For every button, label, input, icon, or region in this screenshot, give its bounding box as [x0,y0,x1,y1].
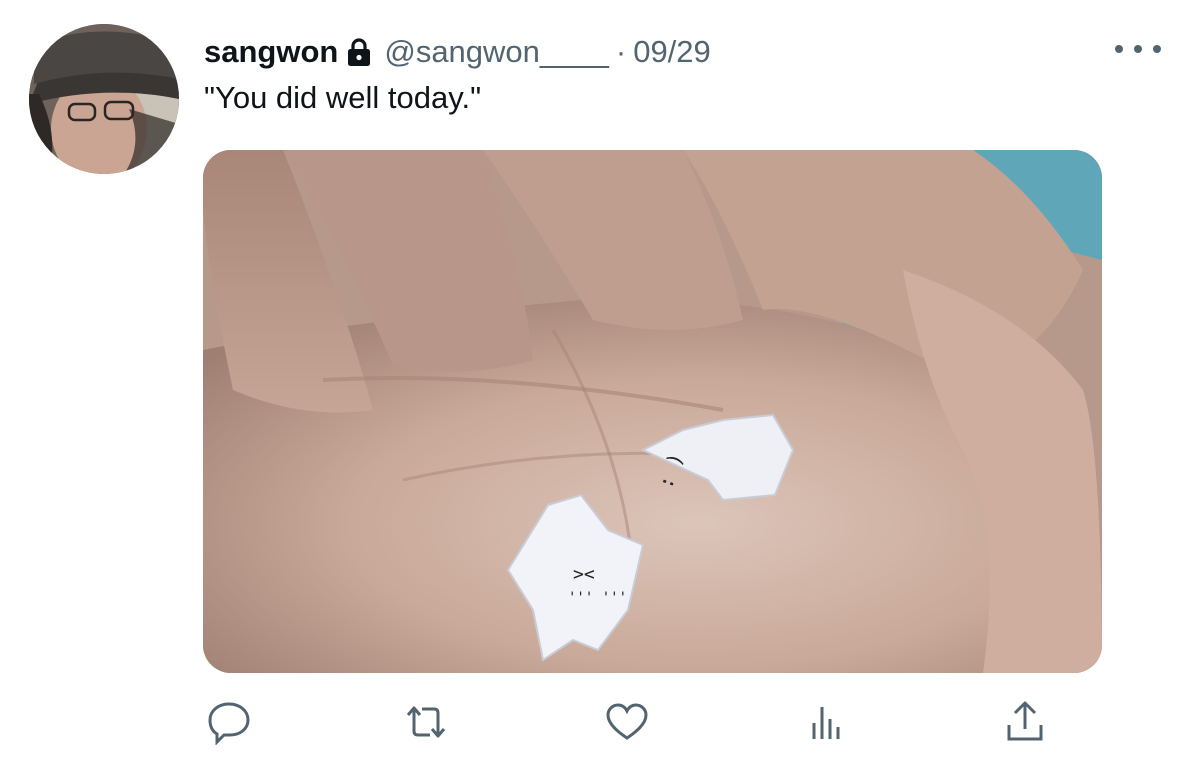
avatar[interactable] [29,24,179,174]
share-button[interactable] [997,694,1053,750]
svg-text:><: >< [573,564,595,585]
share-icon [1007,701,1043,741]
svg-text:''' ''': ''' ''' [568,590,627,606]
tweet-text: "You did well today." [204,80,482,115]
avatar-image [29,24,179,174]
analytics-icon [812,707,840,739]
tweet-date[interactable]: 09/29 [633,34,711,70]
analytics-button[interactable] [798,694,854,750]
more-dot-1 [1115,45,1123,53]
more-options-button[interactable] [1115,36,1161,62]
retweet-button[interactable] [398,694,454,750]
reply-button[interactable] [201,694,257,750]
user-handle[interactable]: @sangwon____ [384,34,609,70]
reply-icon [208,702,250,745]
tweet-header: sangwon @sangwon____ · 09/29 [204,30,711,74]
more-dot-3 [1153,45,1161,53]
retweet-icon [406,706,446,738]
like-button[interactable] [599,694,655,750]
tweet-media[interactable]: : ) >< ''' ''' [203,150,1102,673]
lock-icon [346,37,372,67]
photo-hand-with-paper-stars: : ) >< ''' ''' [203,150,1102,673]
separator-dot: · [615,34,627,69]
tweet-actions [0,690,1199,754]
more-dot-2 [1134,45,1142,53]
display-name[interactable]: sangwon [204,34,338,70]
heart-icon [606,703,648,740]
